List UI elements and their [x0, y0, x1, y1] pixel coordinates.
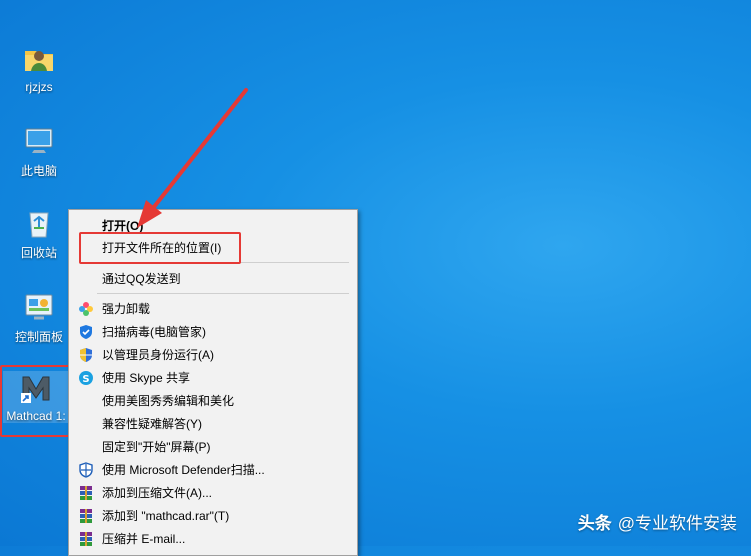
desktop-icon-label: 控制面板 [14, 330, 63, 344]
watermark: 头条 @专业软件安装 [578, 509, 737, 534]
menu-item-meitu-edit[interactable]: 使用美图秀秀编辑和美化 [69, 390, 357, 412]
menu-item-send-via-qq[interactable]: 通过QQ发送到 [69, 268, 357, 290]
desktop-icon-this-pc[interactable]: 此电脑 [6, 124, 72, 179]
winrar-icon [78, 485, 94, 501]
desktop-icon-recycle-bin[interactable]: 回收站 [6, 206, 72, 261]
menu-item-scan-virus-pc-manager[interactable]: 扫描病毒(电脑管家) [69, 321, 357, 343]
recycle-bin-icon [22, 206, 56, 240]
user-folder-icon [22, 42, 56, 76]
menu-item-run-as-admin[interactable]: 以管理员身份运行(A) [69, 344, 357, 366]
menu-separator [97, 293, 349, 294]
menu-item-compatibility-troubleshoot[interactable]: 兼容性疑难解答(Y) [69, 413, 357, 435]
menu-item-add-to-archive[interactable]: 添加到压缩文件(A)... [69, 482, 357, 504]
open-location-highlight-box [79, 232, 241, 264]
computer-icon [22, 124, 56, 158]
menu-item-compress-and-email[interactable]: 压缩并 E-mail... [69, 528, 357, 550]
flower-icon [78, 301, 94, 317]
mathcad-highlight-box [0, 365, 76, 437]
menu-item-pin-to-start[interactable]: 固定到"开始"屏幕(P) [69, 436, 357, 458]
watermark-handle: @专业软件安装 [617, 514, 737, 533]
menu-item-force-uninstall[interactable]: 强力卸载 [69, 298, 357, 320]
svg-text:S: S [82, 374, 89, 385]
menu-item-share-skype[interactable]: S 使用 Skype 共享 [69, 367, 357, 389]
desktop-icon-label: 此电脑 [20, 164, 57, 178]
defender-shield-icon [78, 462, 94, 478]
control-panel-icon [22, 290, 56, 324]
desktop-icon-label: 回收站 [20, 246, 57, 260]
winrar-icon [78, 508, 94, 524]
shield-check-icon [78, 324, 94, 340]
desktop-icon-label: rjzjzs [25, 80, 53, 94]
watermark-brand: 头条 [577, 514, 612, 533]
menu-item-defender-scan[interactable]: 使用 Microsoft Defender扫描... [69, 459, 357, 481]
desktop-icon-control-panel[interactable]: 控制面板 [6, 290, 72, 345]
winrar-icon [78, 531, 94, 547]
uac-shield-icon [78, 347, 94, 363]
skype-icon: S [78, 370, 94, 386]
menu-item-add-to-mathcad-rar[interactable]: 添加到 "mathcad.rar"(T) [69, 505, 357, 527]
desktop-icon-user-folder[interactable]: rjzjzs [6, 42, 72, 94]
